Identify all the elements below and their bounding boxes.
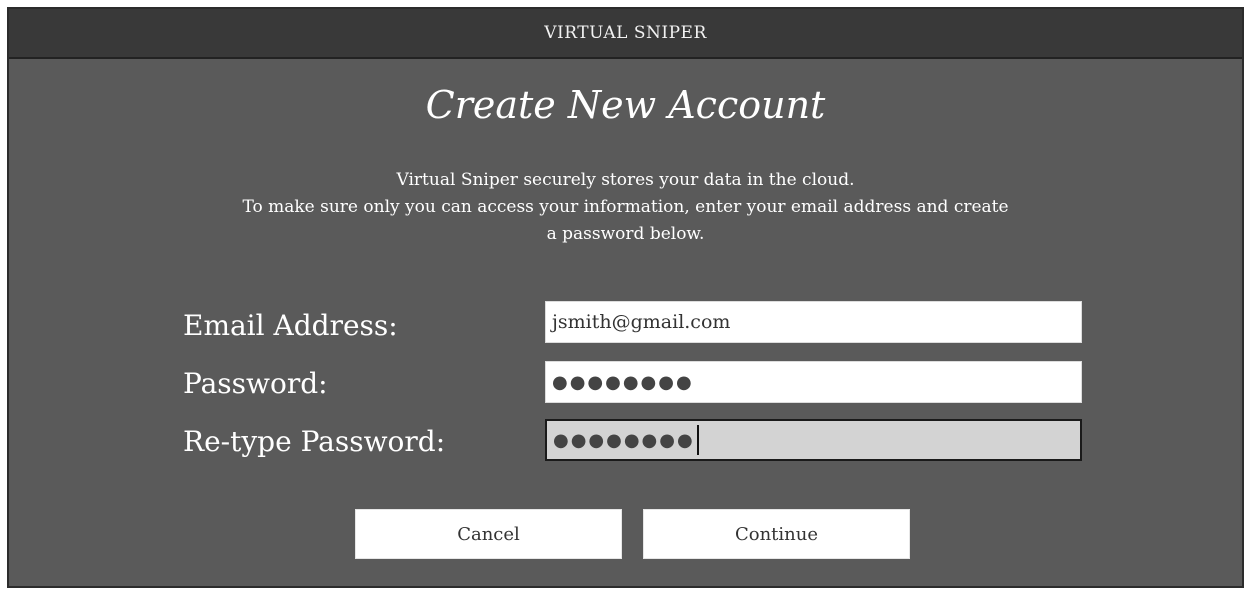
password-label: Password: bbox=[183, 367, 328, 400]
retype-password-value: ●●●●●●●● bbox=[553, 429, 695, 451]
retype-password-field[interactable]: ●●●●●●●● bbox=[545, 419, 1082, 461]
dialog-description: Virtual Sniper securely stores your data… bbox=[9, 167, 1242, 248]
email-label: Email Address: bbox=[183, 309, 398, 342]
dialog-heading: Create New Account bbox=[425, 83, 826, 127]
description-line: To make sure only you can access your in… bbox=[242, 197, 1009, 217]
retype-password-label: Re-type Password: bbox=[183, 425, 446, 458]
continue-button[interactable]: Continue bbox=[643, 509, 910, 559]
app-title: VIRTUAL SNIPER bbox=[544, 23, 707, 43]
password-value: ●●●●●●●● bbox=[552, 371, 694, 393]
description-line: Virtual Sniper securely stores your data… bbox=[396, 170, 855, 190]
create-account-window: VIRTUAL SNIPER Create New Account Virtua… bbox=[7, 7, 1244, 588]
password-field[interactable]: ●●●●●●●● bbox=[545, 361, 1082, 403]
email-value: jsmith@gmail.com bbox=[552, 311, 731, 333]
text-cursor bbox=[696, 425, 699, 455]
email-field[interactable]: jsmith@gmail.com bbox=[545, 301, 1082, 343]
cancel-button[interactable]: Cancel bbox=[355, 509, 622, 559]
title-bar: VIRTUAL SNIPER bbox=[9, 9, 1242, 59]
description-line: a password below. bbox=[546, 224, 705, 244]
